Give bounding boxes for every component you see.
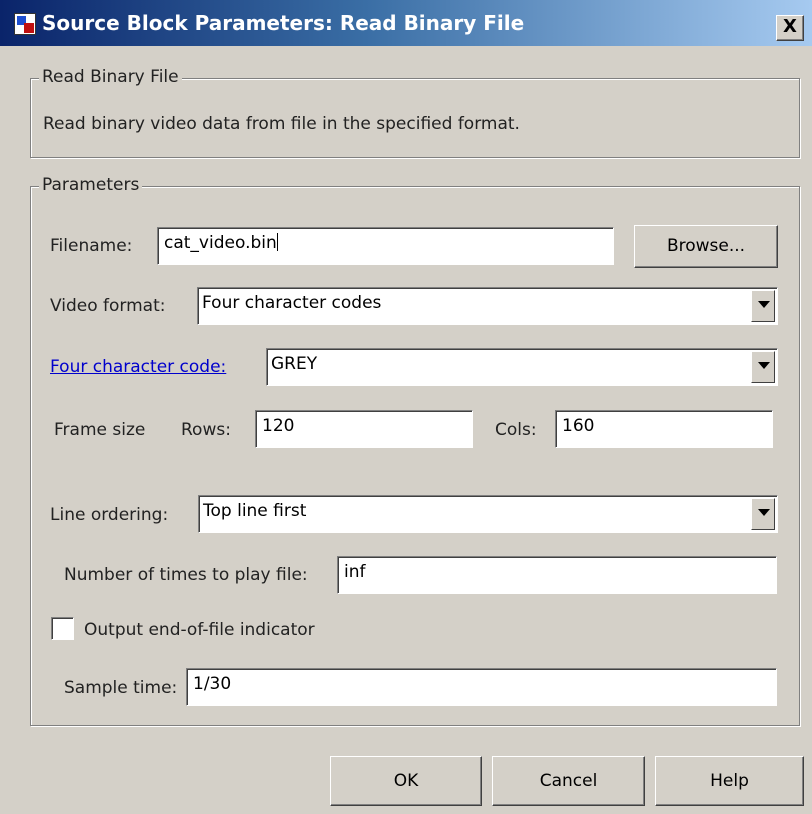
play-count-label: Number of times to play file:	[64, 565, 308, 585]
cols-label: Cols:	[495, 420, 537, 440]
block-group-label: Read Binary File	[39, 67, 182, 87]
rows-label: Rows:	[181, 420, 231, 440]
ok-button[interactable]: OK	[330, 756, 482, 806]
four-character-code-select[interactable]: GREY	[266, 348, 778, 386]
block-description-group: Read Binary File Read binary video data …	[30, 67, 800, 158]
video-format-label: Video format:	[50, 296, 166, 316]
close-icon: X	[783, 16, 797, 37]
parameters-group-label: Parameters	[39, 175, 143, 195]
cols-input[interactable]: 160	[555, 410, 773, 448]
chevron-down-icon[interactable]	[751, 290, 775, 322]
filename-input[interactable]: cat_video.bin	[157, 227, 614, 265]
chevron-down-icon[interactable]	[751, 351, 775, 383]
block-description: Read binary video data from file in the …	[43, 114, 520, 134]
play-count-input[interactable]: inf	[337, 556, 777, 594]
sample-time-input[interactable]: 1/30	[186, 668, 777, 706]
filename-label: Filename:	[50, 236, 133, 256]
eof-indicator-checkbox[interactable]	[51, 617, 74, 640]
browse-button[interactable]: Browse...	[634, 225, 778, 268]
chevron-down-icon[interactable]	[751, 498, 775, 530]
sample-time-label: Sample time:	[64, 678, 178, 698]
rows-input[interactable]: 120	[255, 410, 473, 448]
title-bar[interactable]: Source Block Parameters: Read Binary Fil…	[0, 0, 812, 46]
four-character-code-link[interactable]: Four character code:	[50, 357, 226, 377]
text-cursor	[276, 233, 278, 251]
line-ordering-value: Top line first	[203, 501, 307, 521]
video-format-value: Four character codes	[202, 293, 382, 313]
close-button[interactable]: X	[776, 15, 804, 41]
eof-indicator-label: Output end-of-file indicator	[84, 620, 315, 640]
window-title: Source Block Parameters: Read Binary Fil…	[42, 11, 525, 35]
frame-size-label: Frame size	[54, 420, 146, 440]
four-character-code-value: GREY	[271, 354, 318, 374]
simulink-block-icon	[14, 13, 36, 35]
filename-value: cat_video.bin	[164, 233, 277, 253]
line-ordering-select[interactable]: Top line first	[198, 495, 778, 533]
video-format-select[interactable]: Four character codes	[197, 287, 778, 325]
help-button[interactable]: Help	[655, 756, 804, 806]
cancel-button[interactable]: Cancel	[492, 756, 645, 806]
line-ordering-label: Line ordering:	[50, 505, 169, 525]
